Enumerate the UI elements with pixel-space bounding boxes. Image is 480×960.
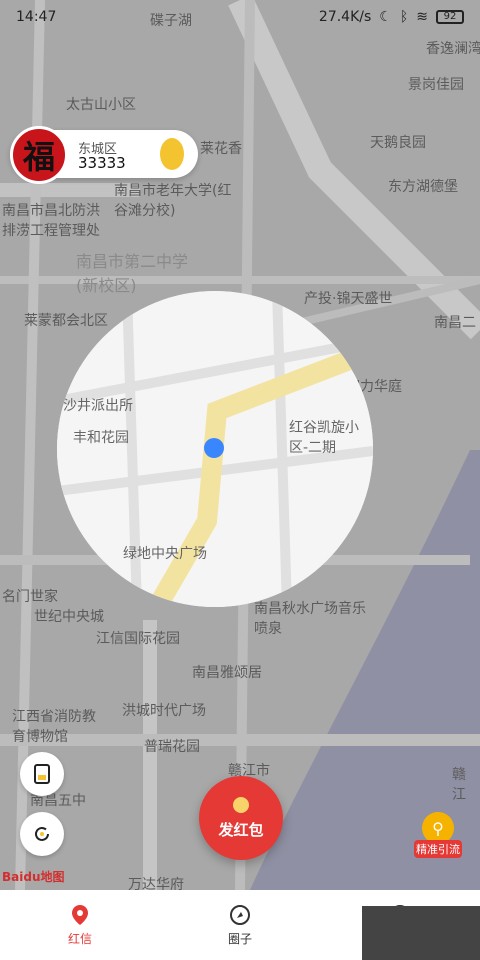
accurate-label: 精准引流 xyxy=(414,840,462,858)
status-bar: 14:47 27.4K/s ☾ ᛒ ≋ 92 xyxy=(0,0,480,34)
map-label: 南昌雅颂居 xyxy=(192,665,262,681)
map-label: 景岗佳园 xyxy=(408,77,464,93)
map-label: 江信国际花园 xyxy=(96,631,180,647)
bluetooth-icon: ᛒ xyxy=(399,9,409,25)
points-value: 33333 xyxy=(78,154,126,172)
status-right: 27.4K/s ☾ ᛒ ≋ 92 xyxy=(319,9,464,25)
map-label: 世纪中央城 xyxy=(34,609,104,625)
battery-level: 92 xyxy=(443,11,457,22)
tab-hongxin[interactable]: 红信 xyxy=(0,890,160,960)
send-label: 发红包 xyxy=(218,820,264,839)
wifi-icon: ≋ xyxy=(416,9,428,25)
location-pin-icon xyxy=(72,904,88,925)
map-label: 天鹅良园 xyxy=(370,135,426,151)
map-label: 南昌市老年大学(红谷滩分校) xyxy=(114,183,232,219)
tab-circle[interactable]: 圈子 xyxy=(160,890,320,960)
fu-text: 福 xyxy=(22,138,55,176)
coin-icon xyxy=(160,138,184,170)
network-speed: 27.4K/s xyxy=(318,9,372,25)
map-label: 太古山小区 xyxy=(66,97,136,113)
tab-label: 圈子 xyxy=(227,931,252,946)
map-label: 沙井派出所 xyxy=(63,398,133,414)
map-label: 绿地中央广场 xyxy=(123,546,207,562)
map-label: 南昌二 xyxy=(434,315,476,331)
search-radius-circle: 沙井派出所 丰和花园 红谷凯旋小区-二期 绿地中央广场 xyxy=(57,291,373,607)
map-label: 南昌市昌北防洪排涝工程管理处 xyxy=(2,203,100,239)
tool-button[interactable] xyxy=(20,752,64,796)
map-label: 赣江 xyxy=(452,767,466,803)
baidu-logo: Baidu地图 xyxy=(2,870,65,884)
map-label: 南昌市第二中学(新校区) xyxy=(76,252,189,295)
map-label: 名门世家 xyxy=(2,589,58,605)
map-label: 红谷凯旋小区-二期 xyxy=(289,420,359,456)
map-label: 万达华府 xyxy=(128,877,184,890)
preview-thumbnail xyxy=(362,906,480,960)
map-label: 东方湖德堡 xyxy=(388,179,458,195)
accurate-drainage-button[interactable]: ⚲ 精准引流 xyxy=(414,812,462,860)
status-time: 14:47 xyxy=(16,9,57,25)
map-label: 江西省消防教育博物馆 xyxy=(12,709,96,745)
compass-icon xyxy=(230,904,250,925)
map-label: 普瑞花园 xyxy=(144,739,200,755)
fu-avatar[interactable]: 福 xyxy=(10,126,68,184)
moon-icon: ☾ xyxy=(379,9,392,25)
current-location-icon xyxy=(204,438,224,458)
envelope-dot-icon xyxy=(233,796,249,813)
locate-button[interactable] xyxy=(20,812,64,856)
refresh-icon xyxy=(35,826,49,841)
map-label: 洪城时代广场 xyxy=(122,703,206,719)
map-label: 丰和花园 xyxy=(73,430,129,446)
tab-label: 红信 xyxy=(67,931,92,946)
send-red-envelope-button[interactable]: 发红包 xyxy=(199,776,283,860)
battery-icon: 92 xyxy=(436,10,464,24)
clipboard-icon xyxy=(34,764,50,784)
map-label: 香逸澜湾 xyxy=(426,41,480,57)
map-label: 莱花香 xyxy=(200,141,242,157)
